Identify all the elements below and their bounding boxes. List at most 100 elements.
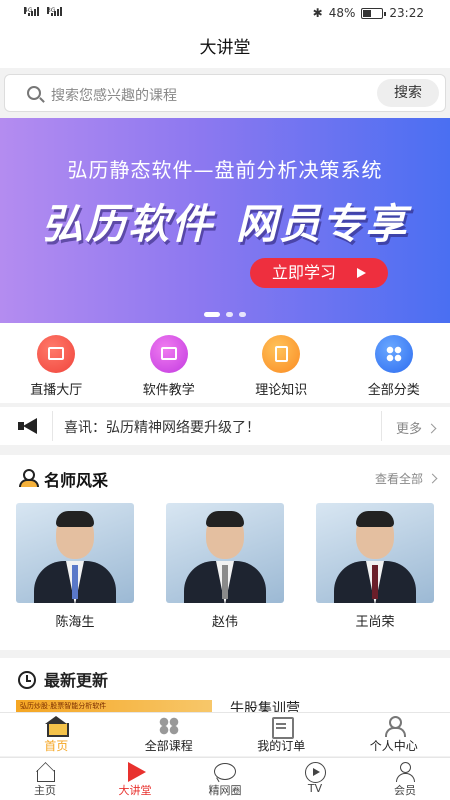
section-title: 最新更新 xyxy=(44,671,109,690)
book-icon xyxy=(262,335,301,373)
battery-icon xyxy=(361,7,387,19)
app-screen: 4G 3G ✱ 48% 23:22 大讲堂 搜索您感兴趣的课程 搜索 弘历静态软… xyxy=(0,0,450,800)
tab-lecture-hall[interactable]: 大讲堂 xyxy=(90,758,180,800)
banner-headline-right: 网员专享 xyxy=(236,200,408,248)
teacher-photo xyxy=(16,503,134,603)
search-button[interactable]: 搜索 xyxy=(377,79,439,107)
search-input[interactable]: 搜索您感兴趣的课程 搜索 xyxy=(4,74,446,112)
inner-nav-label: 首页 xyxy=(44,739,69,753)
teacher-photo xyxy=(166,503,284,603)
carousel-dot[interactable] xyxy=(226,312,233,317)
carousel-dot[interactable] xyxy=(239,312,246,317)
inner-nav-label: 全部课程 xyxy=(144,739,193,753)
network-tag-1: 4G xyxy=(24,7,33,14)
course-title[interactable]: 牛股集训营 xyxy=(230,698,300,713)
status-right: ✱ 48% 23:22 xyxy=(313,6,424,20)
category-grid: 直播大厅 软件教学 理论知识 全部分类 xyxy=(0,323,450,403)
category-theory[interactable]: 理论知识 xyxy=(225,323,338,403)
banner-headline: 弘历软件 网员专享 xyxy=(0,190,450,250)
category-label: 全部分类 xyxy=(367,383,420,398)
teacher-icon xyxy=(18,469,39,487)
news-more-link[interactable]: 更多 xyxy=(396,418,437,437)
member-icon xyxy=(393,762,417,782)
home-icon xyxy=(33,762,57,782)
learn-now-button[interactable]: 立即学习 xyxy=(250,258,388,288)
user-icon xyxy=(383,716,406,737)
tab-circle[interactable]: 精网圈 xyxy=(180,758,270,800)
chevron-right-icon xyxy=(427,473,438,484)
inner-nav-label: 个人中心 xyxy=(369,739,418,753)
tab-label: 主页 xyxy=(34,784,56,797)
signal-icon: 4G xyxy=(24,7,39,16)
home-icon xyxy=(45,716,70,737)
history-icon xyxy=(18,671,36,689)
news-ticker[interactable]: 喜讯：弘历精神网络要升级了！ 更多 xyxy=(0,407,450,445)
teacher-name: 赵伟 xyxy=(211,615,238,630)
promo-banner[interactable]: 弘历静态软件—盘前分析决策系统 弘历软件 网员专享 立即学习 xyxy=(0,118,450,323)
search-area: 搜索您感兴趣的课程 搜索 xyxy=(0,68,450,118)
megaphone-icon xyxy=(18,418,40,434)
category-all[interactable]: 全部分类 xyxy=(338,323,450,403)
banner-subtitle: 弘历静态软件—盘前分析决策系统 xyxy=(67,158,383,182)
inner-nav-label: 我的订单 xyxy=(257,739,306,753)
chat-icon xyxy=(213,762,237,782)
teacher-name: 陈海生 xyxy=(55,615,95,630)
teacher-card[interactable]: 赵伟 xyxy=(166,503,284,630)
category-software[interactable]: 软件教学 xyxy=(113,323,226,403)
signal-indicators: 4G 3G xyxy=(24,7,62,16)
section-title: 名师风采 xyxy=(44,471,109,490)
inner-nav-profile[interactable]: 个人中心 xyxy=(338,713,450,756)
category-label: 直播大厅 xyxy=(30,383,83,398)
orders-icon xyxy=(270,716,295,739)
grid-icon xyxy=(374,335,413,373)
play-icon xyxy=(123,762,147,782)
category-live[interactable]: 直播大厅 xyxy=(0,323,113,403)
divider xyxy=(381,411,382,441)
learn-now-label: 立即学习 xyxy=(272,263,337,282)
tab-member[interactable]: 会员 xyxy=(360,758,450,800)
battery-percent: 48% xyxy=(328,6,356,20)
inner-nav-orders[interactable]: 我的订单 xyxy=(225,713,338,756)
banner-headline-left: 弘历软件 xyxy=(42,200,214,248)
news-more-label: 更多 xyxy=(396,422,423,437)
category-label: 软件教学 xyxy=(142,383,195,398)
signal-icon: 3G xyxy=(47,7,62,16)
clock-time: 23:22 xyxy=(389,6,424,20)
teacher-card[interactable]: 陈海生 xyxy=(16,503,134,630)
status-bar: 4G 3G ✱ 48% 23:22 xyxy=(0,0,450,28)
carousel-dot[interactable] xyxy=(204,312,220,317)
battery-fill xyxy=(363,9,372,17)
teacher-name: 王尚荣 xyxy=(355,615,395,630)
tab-label: 会员 xyxy=(394,784,416,797)
search-placeholder: 搜索您感兴趣的课程 xyxy=(51,88,177,104)
bluetooth-icon: ✱ xyxy=(312,6,323,20)
view-all-label: 查看全部 xyxy=(374,472,423,486)
inner-nav: 首页 全部课程 我的订单 个人中心 xyxy=(0,712,450,756)
carousel-dots xyxy=(0,312,450,317)
tab-label: 精网圈 xyxy=(208,784,242,797)
divider xyxy=(52,411,53,441)
tv-icon xyxy=(303,762,327,783)
search-icon xyxy=(27,86,41,100)
inner-nav-home[interactable]: 首页 xyxy=(0,713,113,756)
live-icon xyxy=(37,335,76,373)
tab-home[interactable]: 主页 xyxy=(0,758,90,800)
teachers-section: 名师风采 查看全部 陈海生 赵伟 王尚荣 xyxy=(0,455,450,650)
view-all-link[interactable]: 查看全部 xyxy=(374,470,438,487)
play-icon xyxy=(357,268,366,278)
category-label: 理论知识 xyxy=(255,383,308,398)
news-text[interactable]: 喜讯：弘历精神网络要升级了！ xyxy=(64,417,260,437)
network-tag-2: 3G xyxy=(47,7,56,14)
tab-label: 大讲堂 xyxy=(118,784,152,797)
tab-tv[interactable]: TV xyxy=(270,758,360,800)
bottom-tab-bar: 主页 大讲堂 精网圈 TV 会员 xyxy=(0,757,450,800)
teacher-photo xyxy=(316,503,434,603)
section-header: 名师风采 查看全部 xyxy=(0,455,450,499)
software-icon xyxy=(149,335,188,373)
thumbnail-text: 弘历炒股·股票智能分析软件 xyxy=(20,702,107,710)
chevron-right-icon xyxy=(426,423,437,434)
latest-section: 最新更新 弘历炒股·股票智能分析软件 牛股集训营 xyxy=(0,658,450,713)
inner-nav-courses[interactable]: 全部课程 xyxy=(113,713,226,756)
teacher-card[interactable]: 王尚荣 xyxy=(316,503,434,630)
page-title: 大讲堂 xyxy=(0,28,450,68)
